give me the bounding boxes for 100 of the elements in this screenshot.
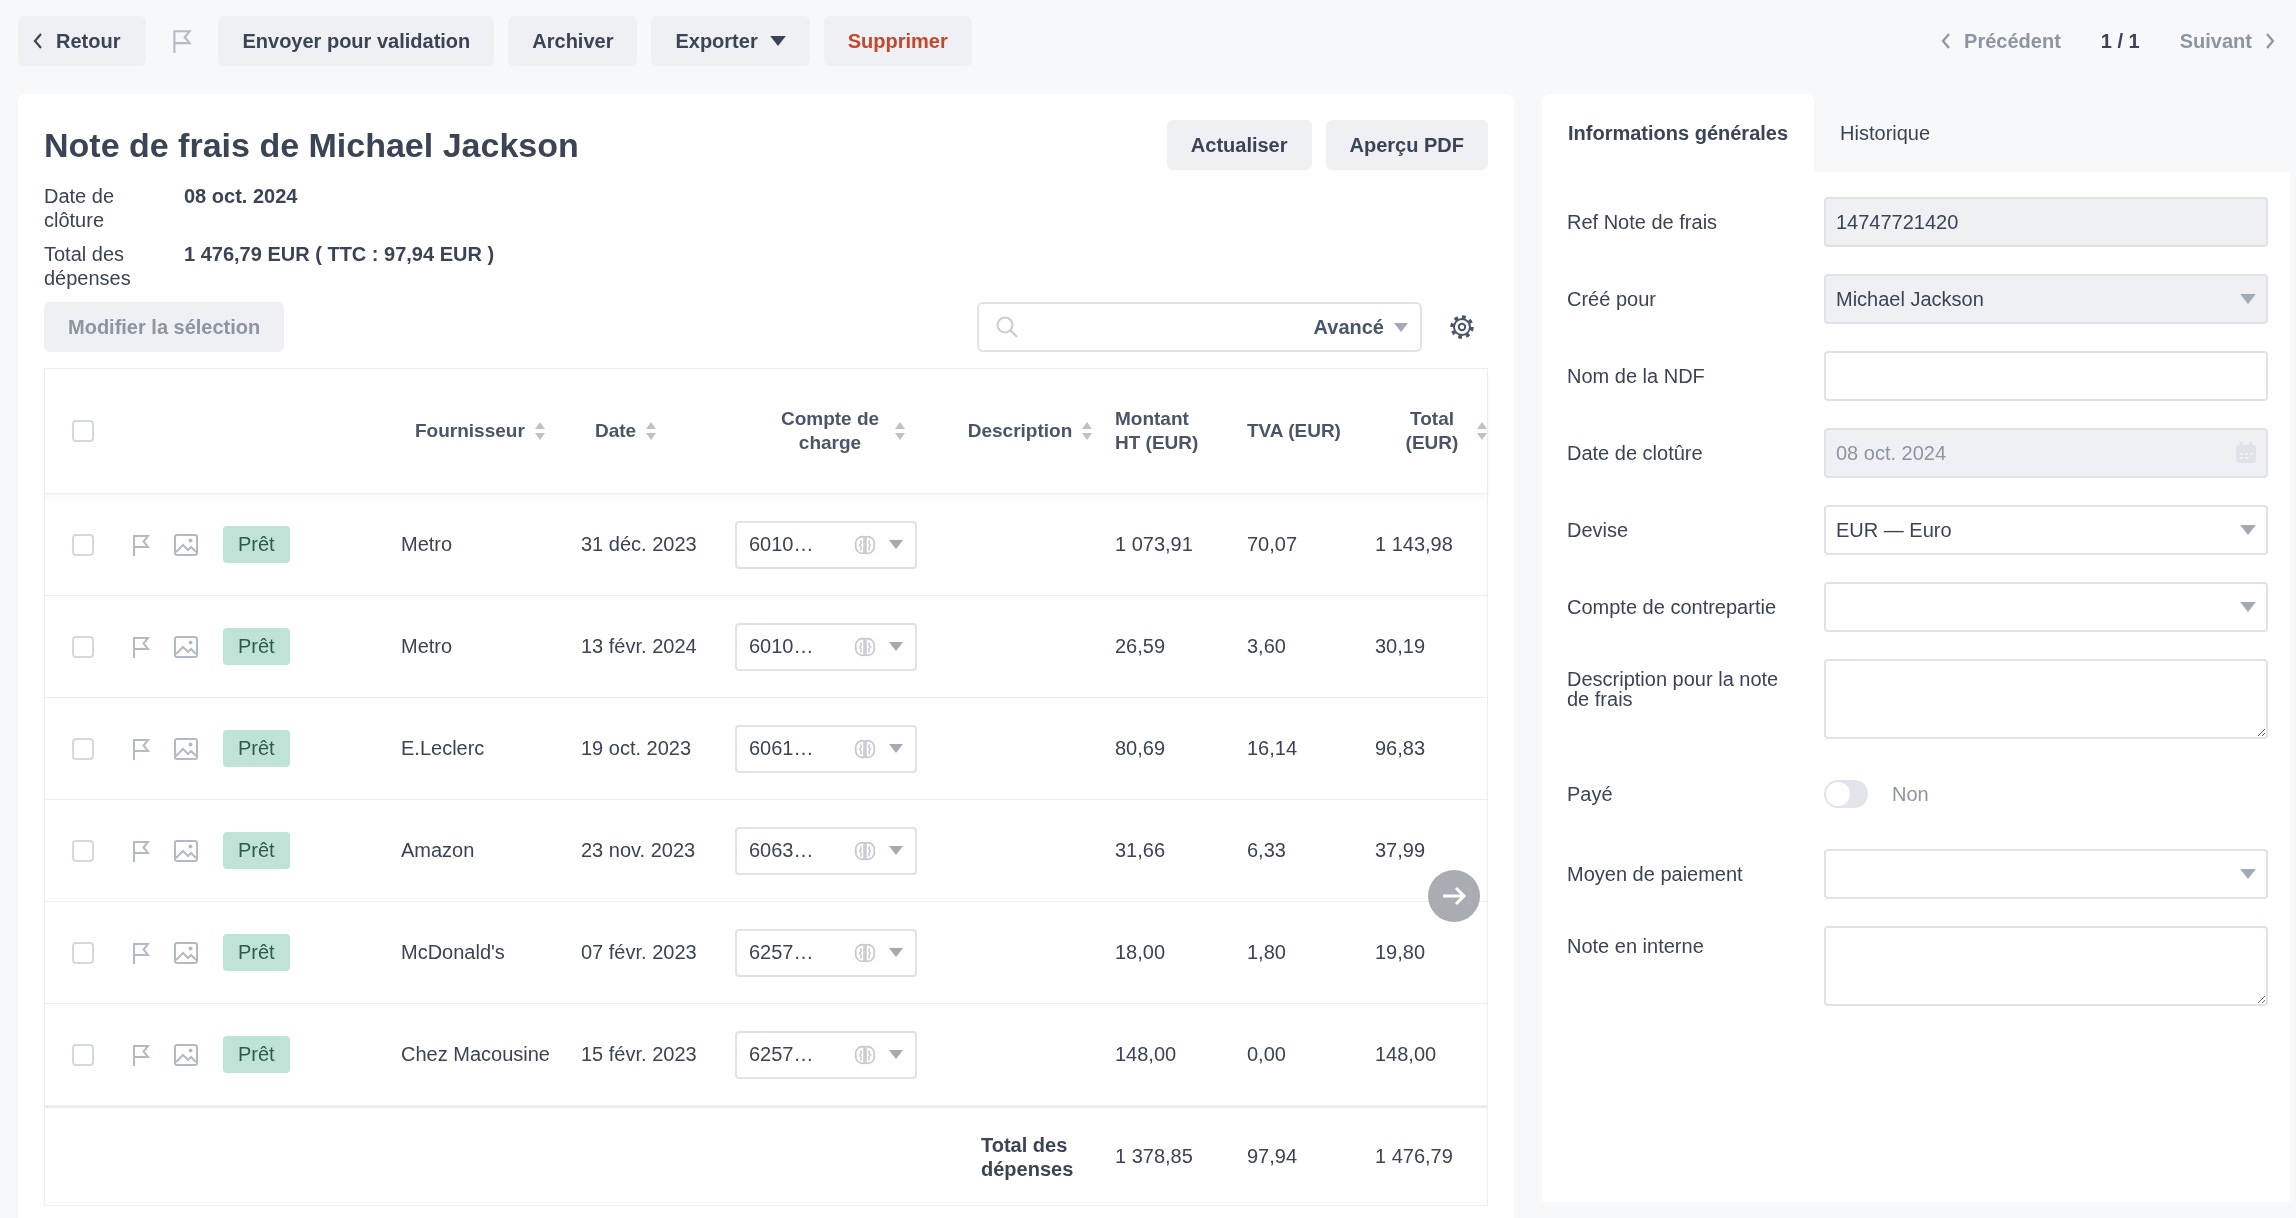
select-all-checkbox[interactable] xyxy=(72,420,94,442)
column-header[interactable]: Date xyxy=(581,419,735,443)
flag-icon[interactable] xyxy=(130,1042,152,1067)
column-header[interactable]: Montant HT (EUR) xyxy=(1115,407,1247,455)
date-cell-text: 07 févr. 2023 xyxy=(581,941,698,964)
tab[interactable]: Informations générales xyxy=(1542,94,1815,172)
date-cell-text: 13 févr. 2024 xyxy=(581,635,698,658)
tab[interactable]: Historique xyxy=(1814,94,1957,172)
account-select[interactable]: 6257… xyxy=(735,1030,917,1079)
field-label: Moyen de paiement xyxy=(1567,864,1744,884)
caret-icon xyxy=(769,36,786,46)
back-button[interactable]: Retour xyxy=(18,16,147,66)
column-header[interactable]: Total (EUR) xyxy=(1375,407,1487,455)
amount-cell-text: 1 073,91 xyxy=(1115,533,1194,556)
column-header[interactable]: TVA (EUR) xyxy=(1247,419,1375,443)
caret-icon xyxy=(889,540,903,549)
image-icon[interactable] xyxy=(173,838,199,863)
brain-icon xyxy=(853,737,877,760)
row-checkbox[interactable] xyxy=(72,635,94,658)
dropdown-field[interactable] xyxy=(1824,849,2268,899)
account-select[interactable]: 6063… xyxy=(735,826,917,875)
total-label: Total des dépenses xyxy=(981,1132,1075,1181)
dropdown-field[interactable]: EUR — Euro xyxy=(1824,505,2268,555)
brain-icon xyxy=(853,1043,877,1066)
vat-cell-text: 16,14 xyxy=(1247,737,1299,760)
flag-icon[interactable] xyxy=(130,634,152,659)
flag-icon[interactable] xyxy=(130,532,152,557)
date-cell-text: 15 févr. 2023 xyxy=(581,1043,698,1066)
amount-cell-text: 148,00 xyxy=(1115,1043,1178,1066)
sort-icon xyxy=(646,422,657,440)
row-checkbox[interactable] xyxy=(72,533,94,556)
textarea-field[interactable] xyxy=(1824,659,2268,739)
info-value: 1 476,79 EUR ( TTC : 97,94 EUR ) xyxy=(184,242,496,266)
action-button[interactable]: Actualiser xyxy=(1166,120,1312,170)
action-button[interactable]: Aperçu PDF xyxy=(1325,120,1488,170)
row-checkbox[interactable] xyxy=(72,839,94,862)
field-label: Nom de la NDF xyxy=(1567,366,1706,386)
image-icon[interactable] xyxy=(173,1042,199,1067)
flag-icon[interactable] xyxy=(170,28,195,54)
total-cell-text: 37,99 xyxy=(1375,839,1427,862)
image-icon[interactable] xyxy=(173,532,199,557)
total-vat: 97,94 xyxy=(1247,1145,1299,1168)
toolbar-button[interactable]: Envoyer pour validation xyxy=(218,16,495,66)
caret-icon xyxy=(1394,322,1408,332)
status-badge: Prêt xyxy=(223,832,290,869)
amount-cell-text: 31,66 xyxy=(1115,839,1167,862)
caret-icon xyxy=(889,744,903,753)
account-select[interactable]: 6061… xyxy=(735,724,917,773)
toolbar-button[interactable]: Exporter xyxy=(651,16,810,66)
text-field[interactable] xyxy=(1824,351,2268,401)
dropdown-field[interactable] xyxy=(1824,582,2268,632)
toolbar-button[interactable]: Supprimer xyxy=(823,16,972,66)
search-icon xyxy=(995,315,1019,339)
field-label: Compte de contrepartie xyxy=(1567,597,1777,617)
toolbar-button[interactable]: Archiver xyxy=(508,16,638,66)
flag-icon[interactable] xyxy=(130,940,152,965)
flag-icon[interactable] xyxy=(130,838,152,863)
caret-icon xyxy=(889,642,903,651)
total-sum: 1 476,79 xyxy=(1375,1145,1454,1168)
sort-icon xyxy=(1477,422,1487,440)
total-cell-text: 1 143,98 xyxy=(1375,533,1454,556)
row-checkbox[interactable] xyxy=(72,1043,94,1066)
arrow-right-icon[interactable] xyxy=(1428,870,1480,922)
column-header[interactable]: Compte de charge xyxy=(735,407,945,455)
column-header[interactable]: Description xyxy=(945,419,1115,443)
account-select[interactable]: 6257… xyxy=(735,928,917,977)
total-cell-text: 19,80 xyxy=(1375,941,1427,964)
row-checkbox[interactable] xyxy=(72,941,94,964)
amount-cell-text: 26,59 xyxy=(1115,635,1167,658)
brain-icon xyxy=(853,941,877,964)
row-checkbox[interactable] xyxy=(72,737,94,760)
image-icon[interactable] xyxy=(173,940,199,965)
brain-icon xyxy=(853,533,877,556)
caret-icon xyxy=(889,846,903,855)
image-icon[interactable] xyxy=(173,634,199,659)
toggle-switch[interactable] xyxy=(1824,780,1868,808)
chevron-right-icon xyxy=(2264,32,2276,50)
brain-icon xyxy=(853,839,877,862)
status-badge: Prêt xyxy=(223,730,290,767)
info-label: Date de clôture xyxy=(44,184,116,232)
total-amount: 1 378,85 xyxy=(1115,1145,1194,1168)
status-badge: Prêt xyxy=(223,628,290,665)
flag-icon[interactable] xyxy=(130,736,152,761)
supplier-cell-text: E.Leclerc xyxy=(401,737,486,760)
caret-icon xyxy=(2240,525,2256,535)
textarea-field[interactable] xyxy=(1824,926,2268,1006)
account-select[interactable]: 6010… xyxy=(735,622,917,671)
settings-icon[interactable] xyxy=(1448,313,1476,341)
field-label: Ref Note de frais xyxy=(1567,212,1719,232)
total-cell-text: 148,00 xyxy=(1375,1043,1438,1066)
search-field[interactable]: Avancé xyxy=(977,302,1422,352)
account-select[interactable]: 6010… xyxy=(735,520,917,569)
image-icon[interactable] xyxy=(173,736,199,761)
sort-icon xyxy=(1082,422,1093,440)
page-title: Note de frais de Michael Jackson xyxy=(44,125,579,165)
advanced-filter-dropdown[interactable]: Avancé xyxy=(1313,315,1408,339)
column-header[interactable]: Fournisseur xyxy=(401,419,581,443)
status-badge: Prêt xyxy=(223,934,290,971)
vat-cell-text: 0,00 xyxy=(1247,1043,1287,1066)
chevron-left-icon xyxy=(1940,32,1953,50)
